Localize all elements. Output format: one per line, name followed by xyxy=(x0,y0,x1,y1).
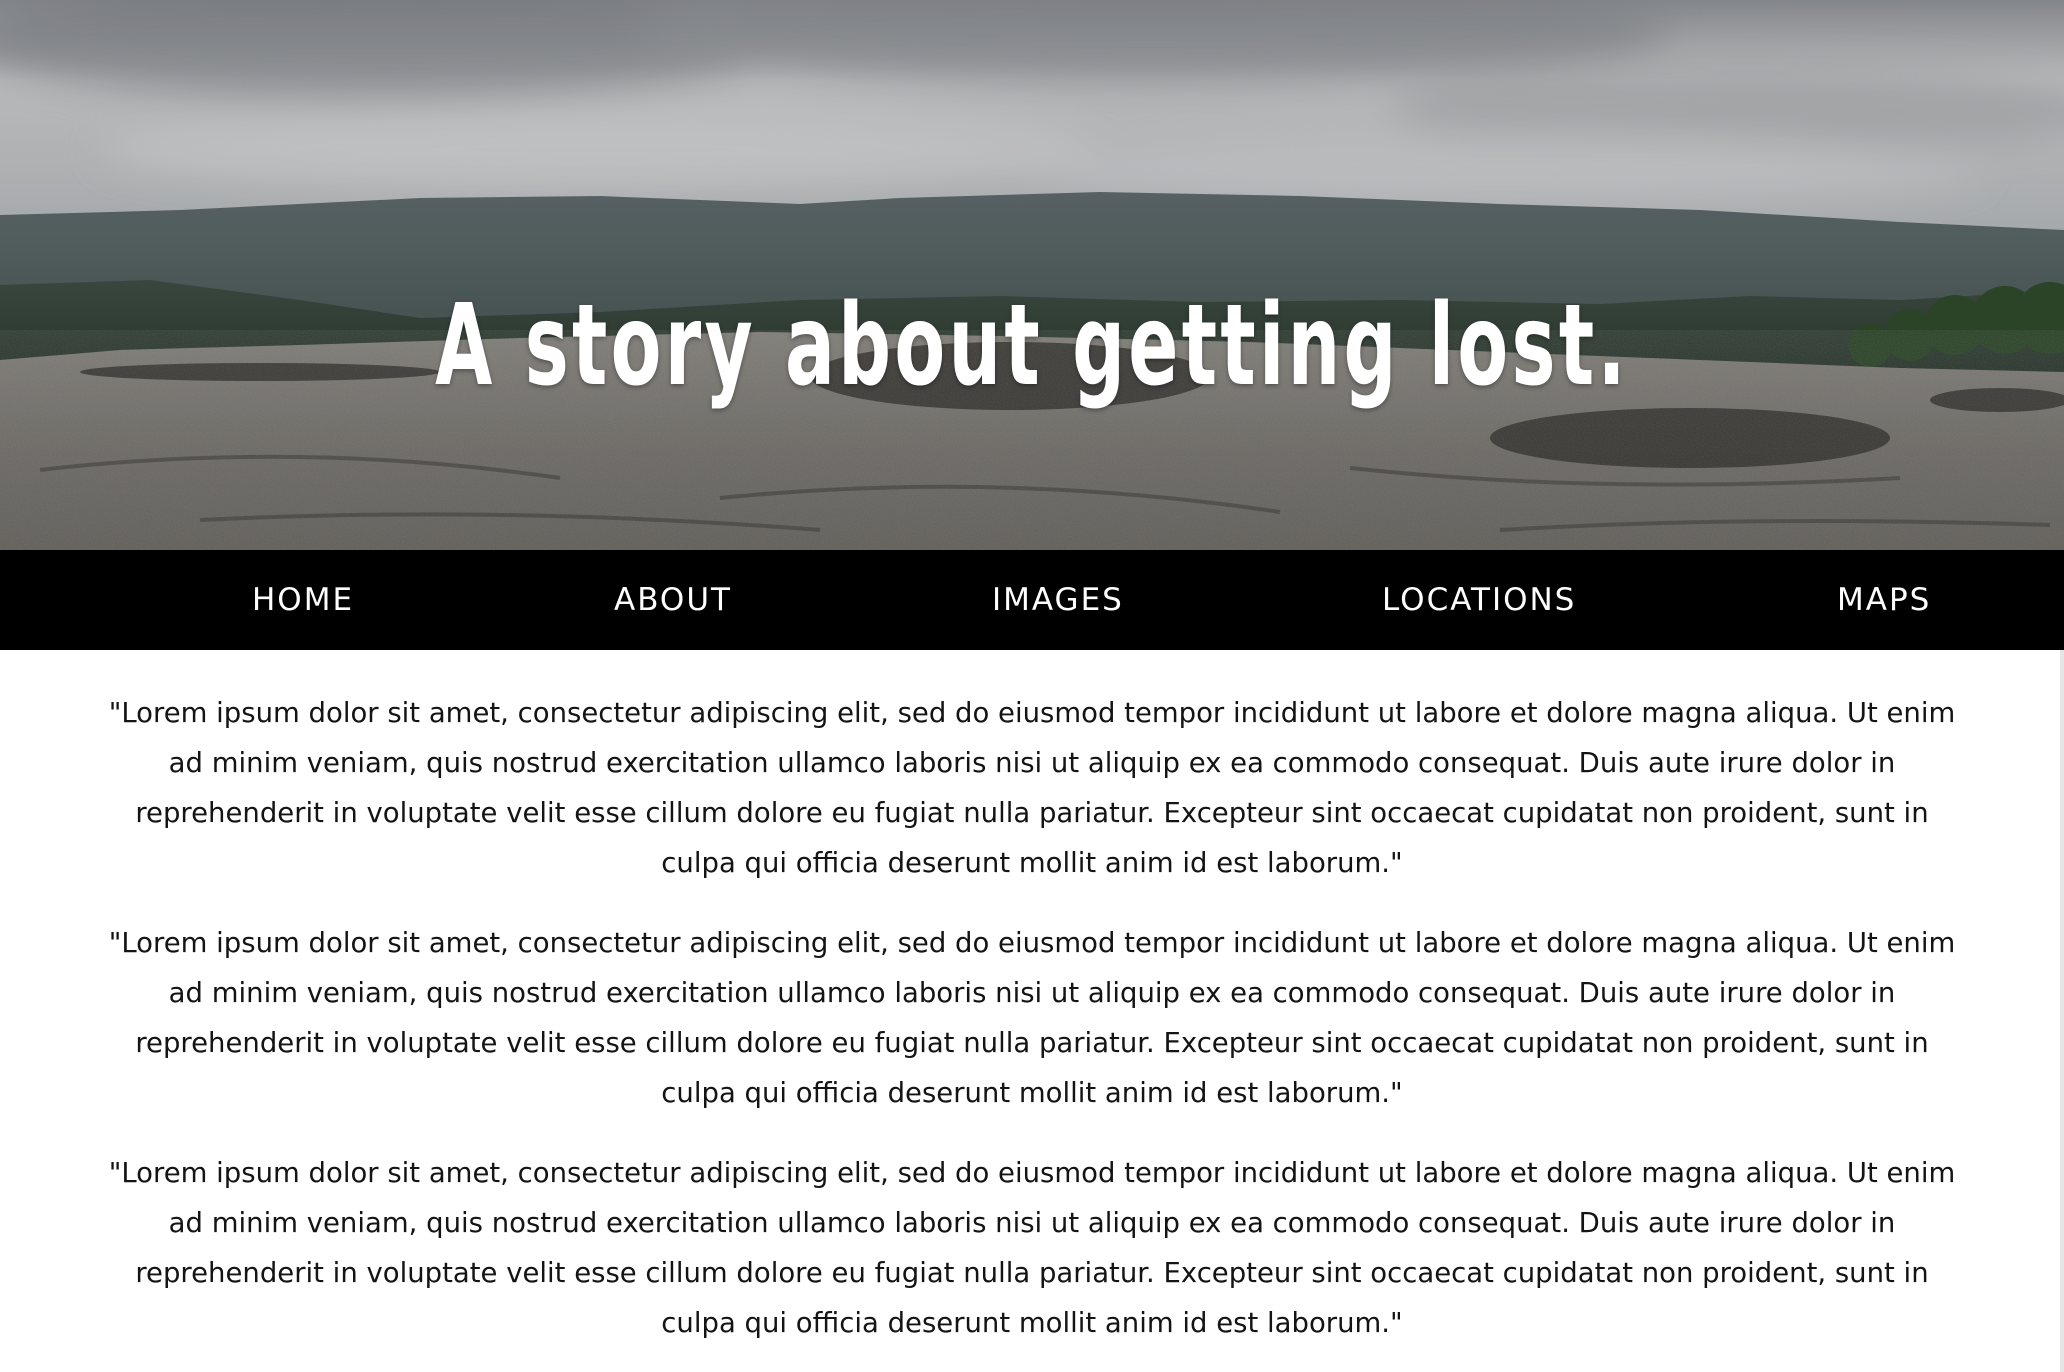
body-paragraph: "Lorem ipsum dolor sit amet, consectetur… xyxy=(108,697,1956,879)
hero-title: A story about getting lost. xyxy=(435,281,1629,412)
nav-link-locations[interactable]: LOCATIONS xyxy=(1382,550,1576,650)
nav-link-about[interactable]: ABOUT xyxy=(614,550,732,650)
body-paragraph: "Lorem ipsum dolor sit amet, consectetur… xyxy=(108,1157,1956,1339)
nav-link-maps[interactable]: MAPS xyxy=(1837,550,1931,650)
nav-link-images[interactable]: IMAGES xyxy=(992,550,1124,650)
hero-banner: A story about getting lost. xyxy=(0,0,2064,550)
main-content: "Lorem ipsum dolor sit amet, consectetur… xyxy=(96,688,1968,1372)
page: A story about getting lost. HOME ABOUT I… xyxy=(0,0,2064,1372)
page-scrollbar[interactable] xyxy=(2060,650,2064,1372)
nav-link-home[interactable]: HOME xyxy=(252,550,354,650)
main-navigation: HOME ABOUT IMAGES LOCATIONS MAPS xyxy=(0,550,2064,650)
body-paragraph: "Lorem ipsum dolor sit amet, consectetur… xyxy=(108,927,1956,1109)
